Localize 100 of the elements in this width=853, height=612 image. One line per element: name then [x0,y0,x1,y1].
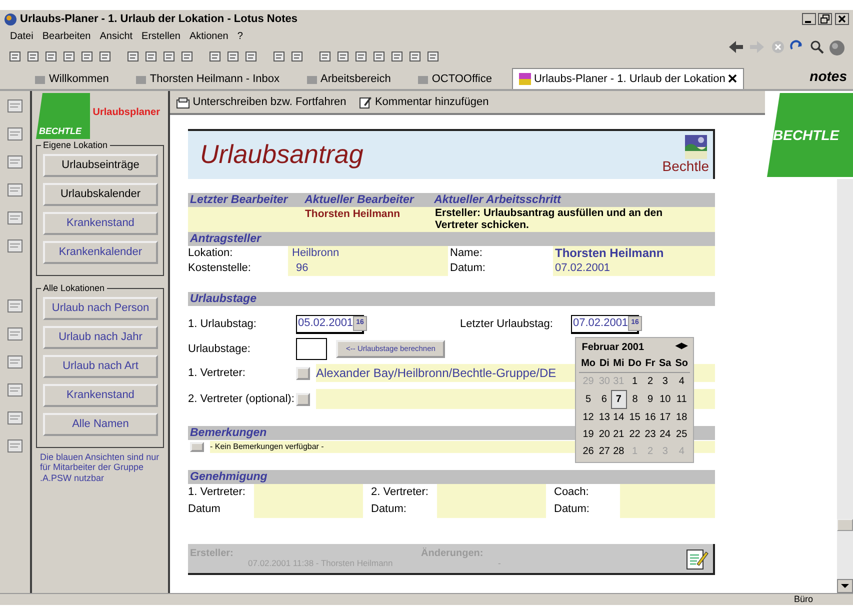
calendar-day[interactable]: 8 [626,390,644,408]
toolbar-icon[interactable] [208,49,222,63]
document-pen-icon [685,547,709,571]
bookmark-icon[interactable] [6,437,24,455]
view-button[interactable]: Krankenkalender [43,241,158,264]
toolbar-icon[interactable] [62,49,76,63]
minimize-icon[interactable] [802,13,816,25]
globe-icon[interactable] [829,40,845,56]
bookmark-icon[interactable] [6,181,24,199]
toolbar-icon[interactable] [318,49,332,63]
view-button[interactable]: Urlaub nach Jahr [43,326,158,349]
action-button[interactable]: Kommentar hinzufügen [358,94,489,110]
calendar-day[interactable]: 16 [643,408,658,426]
bookmark-icon[interactable] [6,297,24,315]
back-arrow-icon[interactable] [728,40,744,54]
bookmark-icon[interactable] [6,125,24,143]
bookmark-icon[interactable] [6,97,24,115]
next-month-button[interactable]: ▶ [681,340,688,355]
number-field[interactable] [296,338,327,360]
toolbar-icon[interactable] [144,49,158,63]
calendar-day[interactable]: 13 [598,408,612,426]
toolbar-icon[interactable] [180,49,194,63]
section-heading: Urlaubstage [188,292,715,306]
menu-item[interactable]: Aktionen [189,29,228,44]
toolbar-icon[interactable] [354,49,368,63]
toolbar-icon[interactable] [80,49,94,63]
calendar-day[interactable]: 9 [643,390,658,408]
menu-item[interactable]: Ansicht [100,29,133,44]
field-label: Datum [188,502,222,516]
bookmark-icon[interactable] [6,409,24,427]
menu-item[interactable]: Datei [10,29,34,44]
edit-icon [358,95,372,109]
bookmark-icon[interactable] [6,237,24,255]
view-button[interactable]: Krankenstand [43,212,158,235]
toolbar-icon[interactable] [126,49,140,63]
calendar-day[interactable]: 5 [579,390,598,408]
toolbar-icon[interactable] [162,49,176,63]
toolbar-icon[interactable] [44,49,58,63]
search-icon[interactable] [810,40,824,54]
picker-button[interactable] [296,392,310,406]
picker-button[interactable] [296,366,310,380]
calendar-day[interactable]: 17 [657,408,674,426]
toolbar-icon[interactable] [8,49,22,63]
calendar-day[interactable]: 12 [579,408,598,426]
toolbar-icon[interactable] [426,49,440,63]
calendar-day[interactable]: 15 [626,408,644,426]
view-button[interactable]: Krankenstand [43,384,158,407]
input-field[interactable] [437,484,546,518]
toolbar-icon[interactable] [272,49,286,63]
calendar-day[interactable]: 24 [657,426,674,443]
calendar-day[interactable]: 11 [673,390,690,408]
toolbar-icon[interactable] [336,49,350,63]
tab[interactable]: Willkommen [28,68,115,89]
menu-item[interactable]: ? [237,29,243,44]
toolbar-icon[interactable] [26,49,40,63]
field-value: 96 [288,261,448,276]
tab[interactable]: Urlaubs-Planer - 1. Urlaub der Lokation [512,68,744,89]
input-field[interactable] [620,484,715,518]
action-button[interactable]: Unterschreiben bzw. Fortfahren [176,94,346,110]
bookmark-icon[interactable] [6,153,24,171]
tab[interactable]: Arbeitsbereich [300,68,397,89]
view-button[interactable]: Urlaubseinträge [43,154,158,177]
calendar-day[interactable]: 22 [626,426,644,443]
bookmark-icon[interactable] [6,381,24,399]
calendar-day[interactable]: 6 [598,390,612,408]
menu-item[interactable]: Erstellen [142,29,180,44]
restore-icon[interactable] [818,13,832,25]
input-field[interactable] [254,484,363,518]
scroll-thumb[interactable] [837,519,853,531]
close-icon[interactable] [835,13,849,25]
close-icon[interactable] [728,74,738,84]
view-button[interactable]: Alle Namen [43,413,158,436]
calendar-day[interactable]: 19 [579,426,598,443]
tab[interactable]: OCTOOffice [410,68,498,89]
calendar-day[interactable]: 14 [611,408,626,426]
scroll-down-icon[interactable] [837,579,853,593]
toolbar-icon[interactable] [98,49,112,63]
field-label: Name: [449,246,484,261]
toolbar-icon[interactable] [290,49,304,63]
view-button[interactable]: Urlaub nach Person [43,297,158,320]
view-button[interactable]: Urlaubskalender [43,183,158,206]
toolbar-icon[interactable] [390,49,404,63]
calendar-day[interactable]: 10 [657,390,674,408]
calendar-day[interactable]: 21 [611,426,626,443]
calendar-day[interactable]: 7 [611,390,626,408]
calendar-day[interactable]: 23 [643,426,658,443]
calendar-day[interactable]: 25 [673,426,690,443]
calendar-day[interactable]: 18 [673,408,690,426]
bookmark-icon[interactable] [6,353,24,371]
view-button[interactable]: Urlaub nach Art [43,355,158,378]
toolbar-icon[interactable] [408,49,422,63]
scrollbar[interactable] [837,179,853,593]
toolbar-icon[interactable] [244,49,258,63]
toolbar-icon[interactable] [226,49,240,63]
bookmark-icon[interactable] [6,325,24,343]
calendar-day[interactable]: 20 [598,426,612,443]
bookmark-icon[interactable] [6,209,24,227]
tab[interactable]: Thorsten Heilmann - Inbox [128,68,286,89]
menu-item[interactable]: Bearbeiten [42,29,91,44]
toolbar-icon[interactable] [372,49,386,63]
